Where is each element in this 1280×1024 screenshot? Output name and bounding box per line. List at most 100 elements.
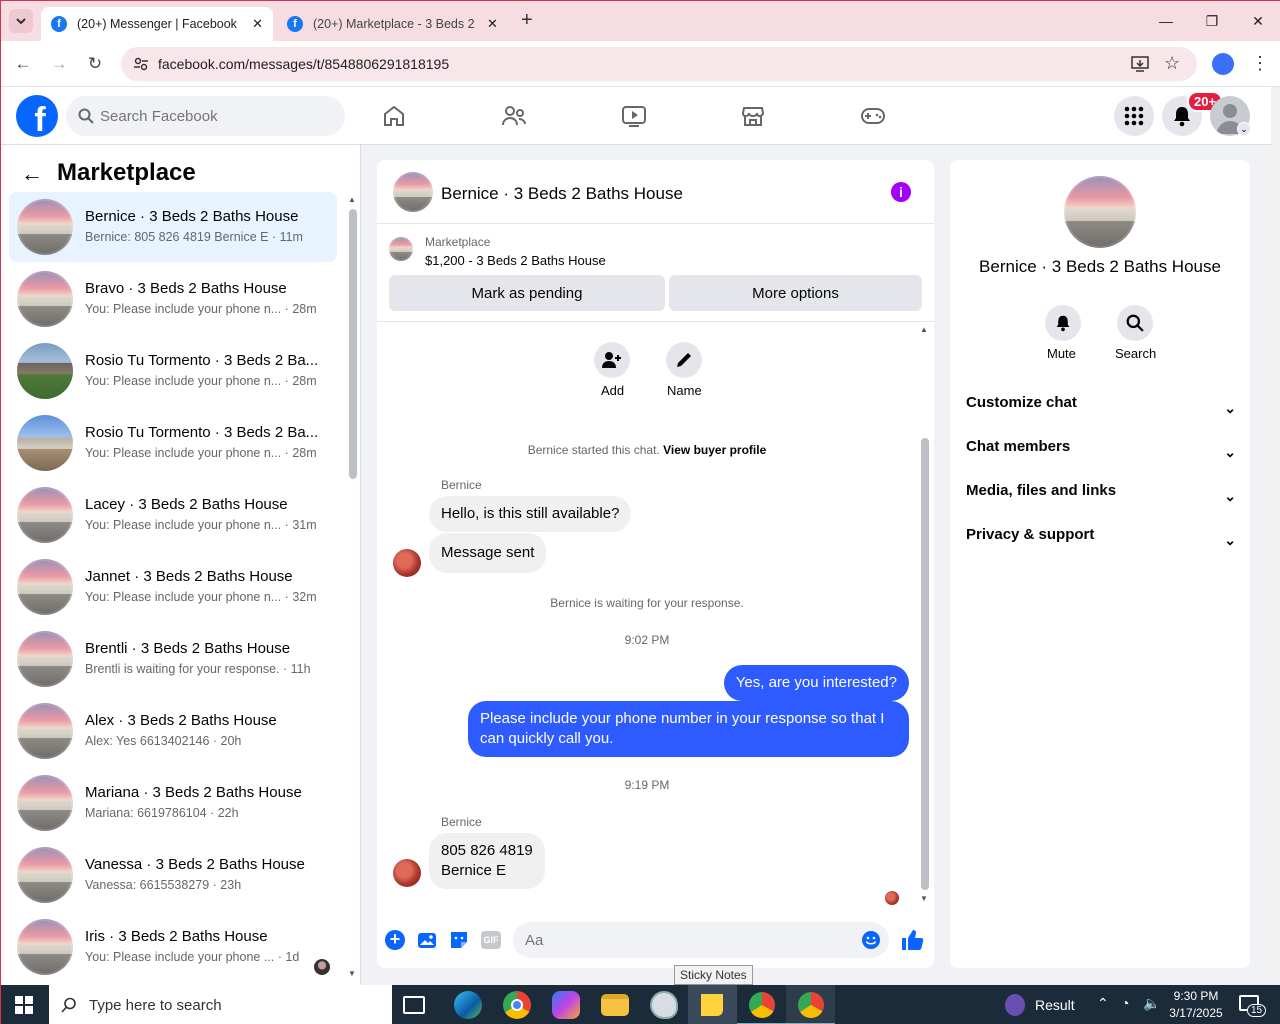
network-icon[interactable]: ◔ xyxy=(1121,995,1129,1011)
conversation-item[interactable]: Lacey · 3 Beds 2 Baths House You: Please … xyxy=(9,480,337,550)
reload-button[interactable]: ↻ xyxy=(82,51,108,77)
install-app-icon[interactable] xyxy=(1131,55,1149,73)
conversation-item[interactable]: Iris · 3 Beds 2 Baths House You: Please i… xyxy=(9,912,337,982)
browser-menu-icon[interactable]: ⋮ xyxy=(1251,53,1269,74)
message-scrollbar[interactable] xyxy=(921,438,929,890)
plus-icon[interactable]: + xyxy=(385,930,405,950)
nav-friends[interactable] xyxy=(459,93,569,139)
tab-marketplace[interactable]: f (20+) Marketplace - 3 Beds 2 Baths ✕ xyxy=(277,7,509,41)
conversation-item[interactable]: Jannet · 3 Beds 2 Baths House You: Please… xyxy=(9,552,337,622)
scroll-down-arrow[interactable]: ▼ xyxy=(348,969,356,978)
scroll-up-arrow[interactable]: ▲ xyxy=(920,325,928,334)
gif-icon[interactable]: GIF xyxy=(481,931,501,949)
copilot-icon[interactable] xyxy=(552,991,580,1019)
file-explorer-icon[interactable] xyxy=(601,994,629,1016)
incoming-message[interactable]: Message sent xyxy=(429,533,547,573)
conversation-item[interactable]: Mariana · 3 Beds 2 Baths House Mariana: 6… xyxy=(9,768,337,838)
scroll-down-arrow[interactable]: ▼ xyxy=(920,894,928,903)
mark-as-pending-button[interactable]: Mark as pending xyxy=(389,275,665,311)
windows-start-icon[interactable] xyxy=(15,996,33,1014)
facebook-logo-icon[interactable]: f xyxy=(16,95,58,137)
listing-thumbnail[interactable] xyxy=(389,237,413,261)
bookmark-star-icon[interactable]: ☆ xyxy=(1164,53,1180,74)
more-options-button[interactable]: More options xyxy=(669,275,922,311)
scrollbar[interactable] xyxy=(349,209,357,479)
conversation-item[interactable]: Alex · 3 Beds 2 Baths House Alex: Yes 661… xyxy=(9,696,337,766)
chrome-window-1[interactable] xyxy=(737,985,786,1024)
page-scrollbar[interactable] xyxy=(1271,87,1280,985)
clock[interactable]: 9:30 PM 3/17/2025 xyxy=(1163,988,1229,1022)
facebook-search-input[interactable] xyxy=(100,96,330,136)
close-tab-icon[interactable]: ✕ xyxy=(252,16,263,32)
privacy-support-row[interactable]: Privacy & support ⌄ xyxy=(966,522,1236,562)
paint-icon[interactable] xyxy=(650,991,678,1019)
nav-gaming[interactable] xyxy=(818,93,928,139)
sticker-icon[interactable] xyxy=(449,930,469,950)
result-app-icon[interactable] xyxy=(1005,994,1025,1016)
customize-chat-row[interactable]: Customize chat ⌄ xyxy=(966,390,1236,430)
chat-avatar[interactable] xyxy=(393,172,433,212)
profile-avatar[interactable] xyxy=(1212,53,1234,75)
sender-avatar[interactable] xyxy=(393,549,421,577)
outgoing-message[interactable]: Please include your phone number in your… xyxy=(468,701,909,757)
minimize-button[interactable]: — xyxy=(1151,9,1181,33)
nav-marketplace[interactable] xyxy=(698,93,808,139)
chat-members-row[interactable]: Chat members ⌄ xyxy=(966,434,1236,474)
tray-chevron-icon[interactable]: ⌃ xyxy=(1097,995,1109,1012)
name-chat-button[interactable] xyxy=(666,342,702,378)
tab-messenger[interactable]: f (20+) Messenger | Facebook ✕ xyxy=(41,7,273,41)
message-input-box[interactable] xyxy=(513,922,889,958)
volume-icon[interactable]: 🔈 xyxy=(1143,995,1160,1012)
add-people-button[interactable] xyxy=(594,342,630,378)
sticky-notes-active[interactable] xyxy=(688,985,737,1024)
outgoing-message[interactable]: Yes, are you interested? xyxy=(723,665,909,701)
thumbs-up-icon[interactable] xyxy=(900,928,924,952)
nav-home[interactable] xyxy=(339,93,449,139)
site-info-icon[interactable] xyxy=(133,56,149,72)
nav-video[interactable] xyxy=(579,93,689,139)
conversation-item[interactable]: Brentli · 3 Beds 2 Baths House Brentli is… xyxy=(9,624,337,694)
tab-title: (20+) Messenger | Facebook xyxy=(77,17,237,31)
conversation-item[interactable]: Rosio Tu Tormento · 3 Beds 2 Ba... You: P… xyxy=(9,336,337,406)
menu-grid-button[interactable] xyxy=(1114,96,1154,136)
listing-title[interactable]: $1,200 - 3 Beds 2 Baths House xyxy=(425,253,606,268)
new-tab-button[interactable]: + xyxy=(521,9,533,32)
conversation-item[interactable]: Vanessa · 3 Beds 2 Baths House Vanessa: 6… xyxy=(9,840,337,910)
facebook-search[interactable] xyxy=(66,96,345,136)
chat-title[interactable]: Bernice · 3 Beds 2 Baths House xyxy=(441,184,683,204)
taskbar-search[interactable]: Type here to search xyxy=(49,985,392,1024)
message-input[interactable] xyxy=(525,922,845,958)
emoji-icon[interactable] xyxy=(861,930,881,950)
info-icon[interactable]: i xyxy=(891,182,911,202)
back-button[interactable]: ← xyxy=(10,51,36,77)
sender-avatar[interactable] xyxy=(393,859,421,887)
photo-icon[interactable] xyxy=(417,930,437,950)
back-arrow-icon[interactable]: ← xyxy=(21,161,43,187)
address-bar[interactable]: facebook.com/messages/t/8548806291818195… xyxy=(121,47,1197,81)
conversation-name: Bernice · 3 Beds 2 Baths House xyxy=(85,208,299,225)
contact-avatar[interactable] xyxy=(1064,176,1136,248)
conversation-name: Alex · 3 Beds 2 Baths House xyxy=(85,712,277,729)
view-buyer-profile-link[interactable]: View buyer profile xyxy=(663,443,766,457)
incoming-message[interactable]: Hello, is this still available? xyxy=(429,496,632,532)
mute-button[interactable] xyxy=(1045,305,1081,341)
chevron-down-icon: ⌄ xyxy=(1224,532,1236,548)
chrome-icon[interactable] xyxy=(503,991,531,1019)
edge-icon[interactable] xyxy=(454,991,482,1019)
forward-button[interactable]: → xyxy=(46,51,72,77)
conversation-item[interactable]: Bernice · 3 Beds 2 Baths House Bernice: 8… xyxy=(9,192,337,262)
restore-button[interactable]: ❐ xyxy=(1197,9,1227,33)
chrome-window-2[interactable] xyxy=(786,985,835,1024)
conversation-item[interactable]: Rosio Tu Tormento · 3 Beds 2 Ba... You: P… xyxy=(9,408,337,478)
conversation-item[interactable]: Bravo · 3 Beds 2 Baths House You: Please … xyxy=(9,264,337,334)
account-chevron-icon[interactable]: ⌄ xyxy=(1237,122,1251,136)
close-window-button[interactable]: ✕ xyxy=(1243,9,1273,33)
search-chat-button[interactable] xyxy=(1117,305,1153,341)
close-tab-icon[interactable]: ✕ xyxy=(487,16,498,32)
scroll-up-arrow[interactable]: ▲ xyxy=(348,195,356,204)
task-view-icon[interactable] xyxy=(403,996,425,1014)
conversation-avatar xyxy=(17,487,73,543)
media-files-links-row[interactable]: Media, files and links ⌄ xyxy=(966,478,1236,518)
tab-search-button[interactable] xyxy=(9,9,33,33)
incoming-message[interactable]: 805 826 4819 Bernice E xyxy=(429,833,545,889)
